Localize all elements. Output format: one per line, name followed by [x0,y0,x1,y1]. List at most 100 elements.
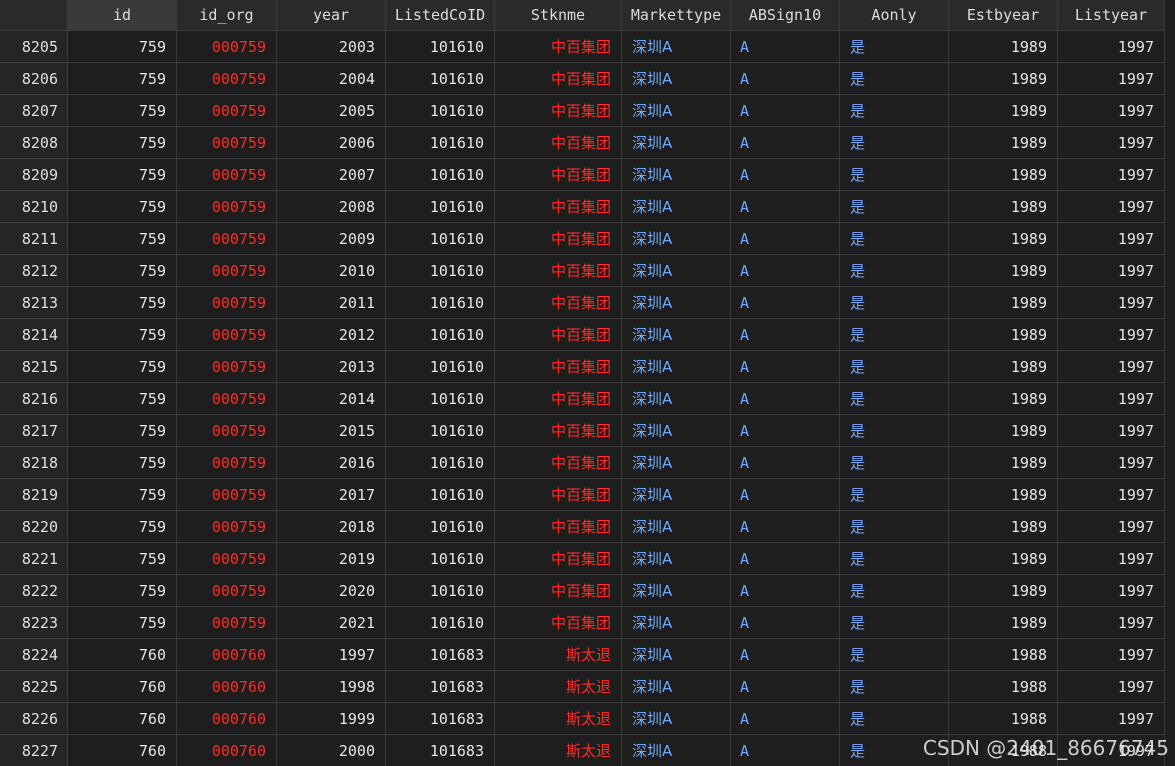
cell-listyear[interactable]: 1997 [1058,159,1165,191]
cell-listyear[interactable]: 1997 [1058,191,1165,223]
cell-id-org[interactable]: 000759 [177,223,277,255]
cell-id[interactable]: 759 [68,223,177,255]
cell-year[interactable]: 2012 [277,319,386,351]
cell-absign10[interactable]: A [731,383,840,415]
cell-listedcoid[interactable]: 101610 [386,255,495,287]
column-header-id[interactable]: id [68,0,177,31]
cell-listyear[interactable]: 1997 [1058,671,1165,703]
cell-year[interactable]: 2021 [277,607,386,639]
cell-markettype[interactable]: 深圳A [622,351,731,383]
cell-listedcoid[interactable]: 101610 [386,319,495,351]
cell-id-org[interactable]: 000759 [177,319,277,351]
cell-aonly[interactable]: 是 [840,287,949,319]
cell-year[interactable]: 2008 [277,191,386,223]
cell-row-number[interactable]: 8227 [0,735,68,766]
cell-id-org[interactable]: 000759 [177,127,277,159]
cell-estbyear[interactable]: 1989 [949,511,1058,543]
cell-stknme[interactable]: 中百集团 [495,223,622,255]
cell-year[interactable]: 2003 [277,31,386,63]
cell-estbyear[interactable]: 1989 [949,223,1058,255]
cell-estbyear[interactable]: 1989 [949,383,1058,415]
cell-aonly[interactable]: 是 [840,191,949,223]
cell-year[interactable]: 2006 [277,127,386,159]
cell-aonly[interactable]: 是 [840,383,949,415]
column-header-stknme[interactable]: Stknme [495,0,622,31]
cell-absign10[interactable]: A [731,447,840,479]
cell-aonly[interactable]: 是 [840,319,949,351]
cell-aonly[interactable]: 是 [840,159,949,191]
cell-year[interactable]: 2020 [277,575,386,607]
cell-year[interactable]: 2007 [277,159,386,191]
cell-listedcoid[interactable]: 101683 [386,703,495,735]
cell-id[interactable]: 760 [68,671,177,703]
cell-listedcoid[interactable]: 101610 [386,287,495,319]
column-header-absign10[interactable]: ABSign10 [731,0,840,31]
cell-row-number[interactable]: 8224 [0,639,68,671]
cell-aonly[interactable]: 是 [840,703,949,735]
cell-id[interactable]: 759 [68,447,177,479]
data-browser-grid[interactable]: id id_org year ListedCoID Stknme Markett… [0,0,1175,766]
cell-listedcoid[interactable]: 101610 [386,191,495,223]
cell-id[interactable]: 759 [68,127,177,159]
cell-markettype[interactable]: 深圳A [622,543,731,575]
cell-absign10[interactable]: A [731,351,840,383]
cell-year[interactable]: 2014 [277,383,386,415]
cell-listyear[interactable]: 1997 [1058,447,1165,479]
cell-stknme[interactable]: 中百集团 [495,319,622,351]
cell-year[interactable]: 2004 [277,63,386,95]
cell-id-org[interactable]: 000760 [177,639,277,671]
cell-listedcoid[interactable]: 101610 [386,415,495,447]
cell-id[interactable]: 759 [68,511,177,543]
cell-id-org[interactable]: 000759 [177,511,277,543]
cell-row-number[interactable]: 8206 [0,63,68,95]
cell-stknme[interactable]: 中百集团 [495,511,622,543]
cell-year[interactable]: 2015 [277,415,386,447]
cell-absign10[interactable]: A [731,511,840,543]
cell-estbyear[interactable]: 1989 [949,351,1058,383]
cell-id[interactable]: 760 [68,703,177,735]
cell-row-number[interactable]: 8225 [0,671,68,703]
cell-listyear[interactable]: 1997 [1058,383,1165,415]
cell-year[interactable]: 2018 [277,511,386,543]
cell-id-org[interactable]: 000759 [177,159,277,191]
cell-stknme[interactable]: 中百集团 [495,447,622,479]
cell-markettype[interactable]: 深圳A [622,511,731,543]
cell-id[interactable]: 759 [68,351,177,383]
cell-stknme[interactable]: 中百集团 [495,63,622,95]
cell-listyear[interactable]: 1997 [1058,287,1165,319]
cell-estbyear[interactable]: 1989 [949,287,1058,319]
cell-markettype[interactable]: 深圳A [622,639,731,671]
cell-listyear[interactable]: 1997 [1058,95,1165,127]
cell-markettype[interactable]: 深圳A [622,415,731,447]
cell-absign10[interactable]: A [731,703,840,735]
cell-stknme[interactable]: 中百集团 [495,95,622,127]
cell-stknme[interactable]: 中百集团 [495,383,622,415]
cell-id[interactable]: 759 [68,159,177,191]
cell-listyear[interactable]: 1997 [1058,255,1165,287]
cell-markettype[interactable]: 深圳A [622,31,731,63]
cell-markettype[interactable]: 深圳A [622,95,731,127]
cell-id[interactable]: 759 [68,543,177,575]
cell-listyear[interactable]: 1997 [1058,223,1165,255]
cell-aonly[interactable]: 是 [840,415,949,447]
cell-row-number[interactable]: 8207 [0,95,68,127]
column-header-id-org[interactable]: id_org [177,0,277,31]
cell-absign10[interactable]: A [731,735,840,766]
cell-estbyear[interactable]: 1989 [949,543,1058,575]
cell-id[interactable]: 759 [68,607,177,639]
cell-estbyear[interactable]: 1989 [949,415,1058,447]
cell-year[interactable]: 2019 [277,543,386,575]
cell-listedcoid[interactable]: 101610 [386,607,495,639]
cell-listedcoid[interactable]: 101610 [386,447,495,479]
cell-stknme[interactable]: 斯太退 [495,639,622,671]
cell-year[interactable]: 2016 [277,447,386,479]
cell-markettype[interactable]: 深圳A [622,607,731,639]
cell-year[interactable]: 1999 [277,703,386,735]
cell-markettype[interactable]: 深圳A [622,447,731,479]
cell-row-number[interactable]: 8213 [0,287,68,319]
cell-absign10[interactable]: A [731,639,840,671]
cell-aonly[interactable]: 是 [840,63,949,95]
cell-id[interactable]: 759 [68,95,177,127]
cell-id[interactable]: 759 [68,575,177,607]
cell-id[interactable]: 759 [68,287,177,319]
